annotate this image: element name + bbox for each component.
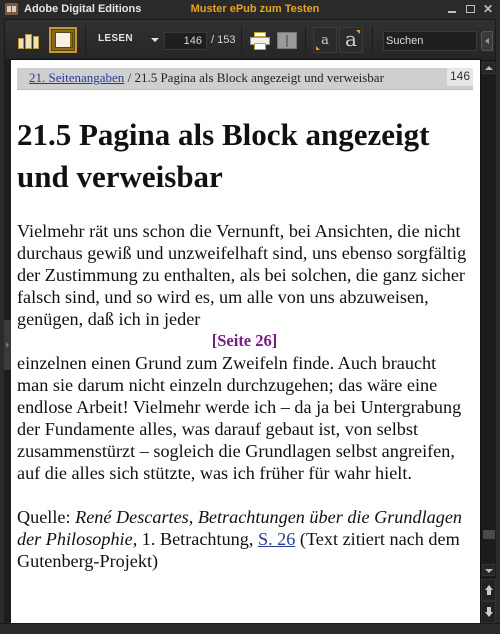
window-controls: ✕ [446, 2, 494, 16]
view-mode-dropdown-icon[interactable] [151, 38, 159, 42]
toolbar-divider [241, 26, 242, 54]
search-collapse-button[interactable] [481, 31, 493, 51]
breadcrumb: 21. Seitenangaben / 21.5 Pagina als Bloc… [17, 68, 473, 90]
next-page-button[interactable] [481, 601, 496, 623]
app-title: Adobe Digital Editions [24, 3, 142, 15]
paragraph-before-marker: Vielmehr rät uns schon die Vernunft, bei… [17, 221, 467, 329]
search-input[interactable] [383, 31, 477, 51]
breadcrumb-current: 21.5 Pagina als Block angezeigt und verw… [134, 70, 384, 85]
bookshelf-icon[interactable] [18, 33, 40, 49]
toolbar: LESEN / 153 a a [4, 19, 496, 59]
printer-icon[interactable] [250, 32, 270, 50]
scroll-down-arrow-icon[interactable] [482, 564, 495, 576]
maximize-button[interactable] [464, 2, 476, 16]
title-bar: Adobe Digital Editions Muster ePub zum T… [0, 0, 500, 19]
page-number-input[interactable] [164, 32, 207, 50]
breadcrumb-separator: / [124, 70, 135, 85]
page-marker: [Seite 26] [211, 331, 278, 350]
page-content: 21.5 Pagina als Block angezeigt und verw… [17, 114, 472, 572]
source-page-link[interactable]: S. 26 [258, 529, 295, 549]
view-mode-label[interactable]: LESEN [98, 33, 133, 44]
scrollbar-thumb[interactable] [483, 530, 495, 539]
breadcrumb-link-chapter[interactable]: 21. Seitenangaben [29, 70, 124, 85]
source-label: Quelle: [17, 507, 76, 527]
app-logo-icon [5, 3, 18, 15]
book-icon[interactable] [277, 32, 297, 49]
section-heading: 21.5 Pagina als Block angezeigt und verw… [17, 117, 430, 194]
close-button[interactable]: ✕ [482, 2, 494, 16]
decrease-font-button[interactable]: a [313, 27, 337, 53]
scroll-up-arrow-icon[interactable] [482, 62, 495, 74]
reading-page: 21. Seitenangaben / 21.5 Pagina als Bloc… [11, 59, 480, 623]
source-citation: Quelle: René Descartes, Betrachtungen üb… [17, 506, 472, 572]
close-icon: ✕ [482, 2, 494, 16]
document-title: Muster ePub zum Testen [190, 3, 320, 15]
vertical-scrollbar[interactable] [480, 59, 496, 623]
reading-view-icon[interactable] [49, 27, 77, 53]
previous-page-button[interactable] [481, 579, 496, 601]
toolbar-divider [305, 26, 306, 54]
increase-font-button[interactable]: a [339, 27, 363, 53]
bottom-border [0, 623, 500, 634]
page-number-badge: 146 [446, 68, 473, 86]
source-middle: , 1. Betrachtung, [132, 529, 258, 549]
paragraph-after-marker: einzelnen einen Grund zum Zweifeln finde… [17, 353, 462, 483]
minimize-button[interactable] [446, 2, 458, 16]
toolbar-divider [85, 26, 86, 54]
total-pages: / 153 [211, 34, 236, 46]
toolbar-divider [372, 26, 373, 54]
expand-panel-handle[interactable] [4, 320, 11, 370]
